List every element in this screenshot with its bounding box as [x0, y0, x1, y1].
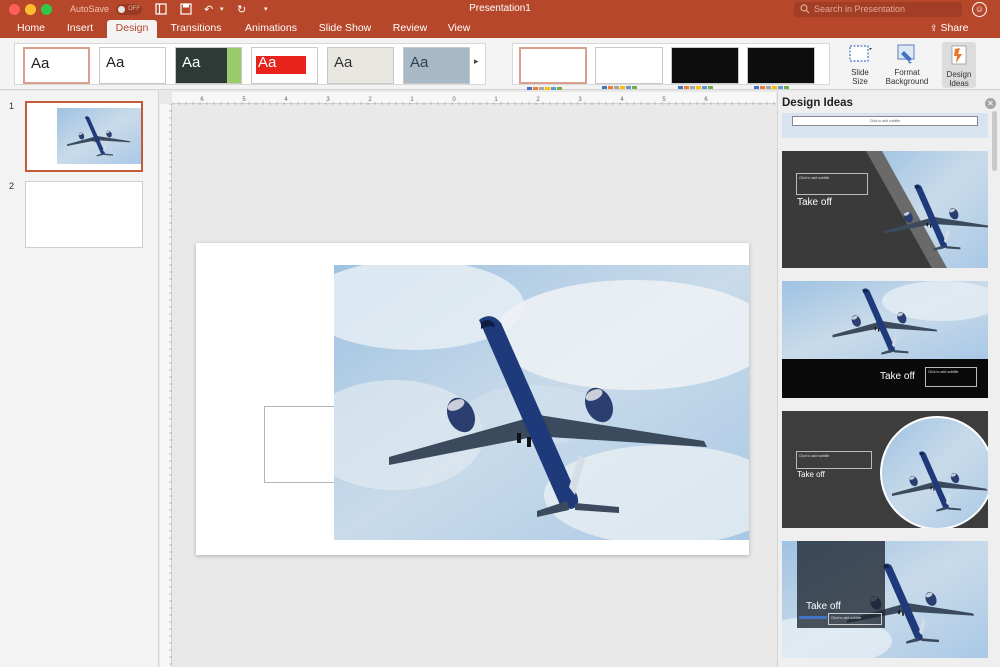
idea-title-text: Take off: [880, 371, 915, 382]
theme-color-swatch: [182, 76, 216, 80]
text-placeholder[interactable]: [264, 406, 336, 483]
theme-color-swatch: [258, 76, 292, 80]
slide-number: 2: [9, 181, 15, 191]
tab-view[interactable]: View: [442, 20, 476, 38]
subtitle-placeholder: Click to add subtitle: [925, 367, 977, 387]
gallery-more-arrow-icon[interactable]: ▸: [474, 56, 479, 67]
theme-office-2[interactable]: Aa: [99, 47, 166, 84]
slide-number: 1: [9, 101, 15, 111]
ruler-number: 4: [284, 97, 288, 103]
close-pane-icon[interactable]: ✕: [985, 98, 996, 109]
share-label: Share: [940, 22, 969, 34]
theme-sample-text: Aa: [106, 54, 125, 71]
design-idea-4[interactable]: Take off Click to add subtitle: [782, 541, 988, 658]
slide-canvas[interactable]: [196, 243, 749, 555]
share-icon: ⇪: [930, 23, 938, 33]
theme-sample-text: Aa: [182, 54, 201, 71]
variant-2[interactable]: [595, 47, 663, 89]
ruler-number: 5: [662, 97, 666, 103]
ruler-number: 3: [326, 97, 330, 103]
theme-sample-text: Aa: [31, 55, 50, 72]
slide-thumbnail-pane: 1 2: [0, 91, 159, 667]
tab-slide-show[interactable]: Slide Show: [314, 20, 376, 38]
subtitle-placeholder: Click to add subtitle: [792, 116, 978, 126]
ruler-number: 6: [200, 97, 204, 103]
theme-sample-text: Aa: [334, 54, 353, 71]
theme-sample-text: Aa: [410, 54, 429, 71]
ruler-number: 1: [410, 97, 414, 103]
tab-animations[interactable]: Animations: [238, 20, 304, 38]
theme-facet[interactable]: Aa: [175, 47, 242, 84]
feedback-smiley-icon[interactable]: ☺: [972, 2, 987, 17]
subtitle-placeholder: Click to add subtitle: [796, 451, 872, 469]
format-background-icon: [894, 42, 920, 66]
ruler-number: 5: [242, 97, 246, 103]
search-input[interactable]: Search in Presentation: [794, 2, 962, 17]
subtitle-placeholder: Click to add subtitle: [828, 613, 882, 625]
theme-color-swatch: [106, 76, 140, 80]
format-background-label: Format Background: [885, 68, 929, 86]
themes-gallery: Aa Aa Aa Aa Aa Aa: [14, 43, 486, 85]
design-ideas-icon: [946, 44, 972, 68]
idea-title-text: Take off: [797, 470, 825, 479]
theme-sample-text: Aa: [258, 54, 277, 71]
ribbon: Aa Aa Aa Aa Aa Aa ▸ Slide Size Format Ba…: [0, 38, 1000, 90]
horizontal-ruler: 6 5 4 3 2 1 0 1 2 3 4 5 6: [171, 92, 776, 105]
design-ideas-button[interactable]: Design Ideas: [942, 42, 976, 88]
tab-review[interactable]: Review: [388, 20, 432, 38]
airplane-photo[interactable]: [334, 265, 749, 540]
theme-ion[interactable]: Aa: [327, 47, 394, 84]
design-ideas-pane: Design Ideas ✕ Click to add subtitle Cli…: [777, 91, 1000, 667]
format-background-button[interactable]: Format Background: [884, 42, 930, 88]
ruler-number: 2: [368, 97, 372, 103]
share-button[interactable]: ⇪ Share: [930, 20, 969, 37]
slide-thumbnail-1[interactable]: [25, 101, 143, 172]
theme-color-swatch: [334, 76, 368, 80]
ruler-number: 2: [536, 97, 540, 103]
ribbon-tabs: Home Insert Design Transitions Animation…: [0, 20, 1000, 38]
subtitle-placeholder: Click to add subtitle: [796, 173, 868, 195]
theme-integral[interactable]: Aa: [251, 47, 318, 84]
slide-1-preview: [27, 103, 141, 170]
design-idea-0[interactable]: Click to add subtitle: [782, 113, 988, 138]
search-icon: [800, 4, 810, 17]
design-ideas-scrollbar[interactable]: [992, 111, 997, 171]
theme-slate[interactable]: Aa: [403, 47, 470, 84]
slide-size-icon: [847, 42, 873, 66]
ruler-number: 6: [704, 97, 708, 103]
ruler-number: 3: [578, 97, 582, 103]
theme-color-swatch: [31, 77, 65, 81]
ruler-number: 0: [452, 97, 456, 103]
design-ideas-label: Design Ideas: [946, 70, 972, 88]
vertical-ruler: [160, 103, 172, 667]
theme-color-swatch: [410, 76, 444, 80]
title-bar: AutoSave OFF ↶ ▾ ↻ ▾ Presentation1 Searc…: [0, 0, 1000, 20]
ruler-number: 4: [620, 97, 624, 103]
design-ideas-title: Design Ideas: [782, 97, 853, 109]
tab-design[interactable]: Design: [107, 20, 157, 38]
design-idea-2[interactable]: Take off Click to add subtitle: [782, 281, 988, 398]
slide-size-button[interactable]: Slide Size: [843, 42, 877, 88]
idea-title-text: Take off: [797, 197, 832, 208]
variant-3[interactable]: [671, 47, 739, 89]
slide-thumbnail-2[interactable]: [25, 181, 143, 248]
slide-size-label: Slide Size: [851, 68, 869, 86]
design-idea-3[interactable]: Click to add subtitle Take off: [782, 411, 988, 528]
tab-transitions[interactable]: Transitions: [165, 20, 227, 38]
design-idea-1[interactable]: Click to add subtitle Take off: [782, 151, 988, 268]
tab-home[interactable]: Home: [10, 20, 52, 38]
variant-4[interactable]: [747, 47, 815, 89]
tab-insert[interactable]: Insert: [60, 20, 100, 38]
variant-1[interactable]: [519, 47, 587, 90]
variants-gallery: [512, 43, 830, 90]
idea-title-text: Take off: [806, 601, 841, 612]
theme-office[interactable]: Aa: [23, 47, 90, 84]
ruler-number: 1: [494, 97, 498, 103]
